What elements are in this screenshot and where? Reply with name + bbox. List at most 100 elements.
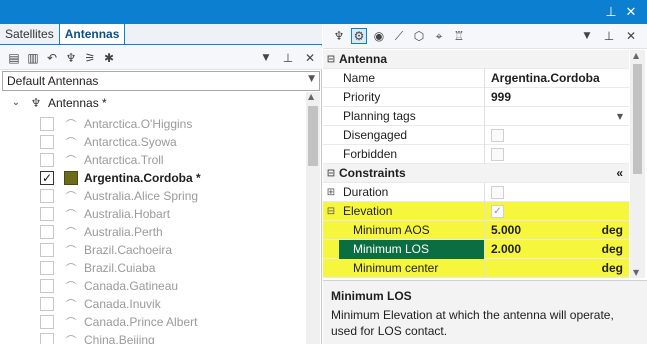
property-min-los[interactable]: Minimum LOS 2.000 deg bbox=[323, 239, 629, 259]
property-label: Forbidden bbox=[339, 144, 485, 164]
tree-item[interactable]: ⌒ Brazil.Cachoeira bbox=[40, 240, 304, 259]
antenna-checkbox[interactable] bbox=[40, 242, 54, 257]
scroll-up-icon[interactable]: ▲ bbox=[308, 92, 314, 101]
property-elevation[interactable]: ⊟ Elevation ✓ bbox=[323, 201, 629, 221]
tree-item[interactable]: ⌒ Canada.Inuvik bbox=[40, 294, 304, 313]
elevation-checkbox[interactable]: ✓ bbox=[491, 204, 504, 218]
satellite-icon[interactable]: ⟋ bbox=[391, 28, 407, 44]
property-value[interactable]: Argentina.Cordoba bbox=[485, 69, 629, 88]
antenna-icon: ⌒ bbox=[66, 335, 76, 344]
collapse-icon[interactable]: ⊟ bbox=[323, 54, 339, 65]
antenna-checkbox[interactable] bbox=[40, 314, 54, 329]
property-value[interactable]: 2.000 deg bbox=[485, 240, 629, 259]
forbidden-checkbox[interactable] bbox=[491, 147, 504, 161]
scroll-thumb[interactable] bbox=[308, 106, 318, 166]
tab-satellites[interactable]: Satellites bbox=[0, 24, 59, 44]
close-icon[interactable]: ✕ bbox=[623, 4, 639, 20]
property-value[interactable]: deg bbox=[485, 259, 629, 278]
tree-root-label: Antennas * bbox=[48, 96, 107, 110]
property-planning-tags[interactable]: Planning tags ▼ bbox=[323, 106, 629, 126]
antenna-checkbox[interactable] bbox=[40, 332, 54, 344]
tab-antennas[interactable]: Antennas bbox=[58, 23, 126, 44]
undo-icon[interactable]: ↶ bbox=[44, 50, 60, 66]
antenna-icon[interactable]: ♆ bbox=[331, 28, 347, 44]
panel-close-icon[interactable]: ✕ bbox=[302, 50, 318, 66]
disengaged-checkbox[interactable] bbox=[491, 128, 504, 142]
antenna-checkbox[interactable] bbox=[40, 260, 54, 275]
dropdown-icon[interactable]: ▼ bbox=[258, 50, 274, 66]
tree-item-label: Canada.Inuvik bbox=[84, 296, 161, 311]
tree-root[interactable]: ⌄ ♆ Antennas * bbox=[8, 94, 107, 112]
antenna-checkbox[interactable] bbox=[40, 224, 54, 239]
property-value[interactable]: 999 bbox=[485, 88, 629, 107]
property-min-center[interactable]: Minimum center deg bbox=[323, 258, 629, 278]
save-all-icon[interactable]: ▥ bbox=[25, 50, 41, 66]
property-name[interactable]: Name Argentina.Cordoba bbox=[323, 68, 629, 88]
antenna-remove-icon[interactable]: ⚞ bbox=[82, 50, 98, 66]
tree-item[interactable]: ⌒ Antarctica.O'Higgins bbox=[40, 114, 304, 133]
antenna-add-icon[interactable]: ♆ bbox=[63, 50, 79, 66]
tree-scrollbar[interactable]: ▲ bbox=[306, 92, 320, 344]
antenna-icon: ⌒ bbox=[66, 191, 76, 203]
category-label: Antenna bbox=[339, 52, 387, 66]
property-disengaged[interactable]: Disengaged bbox=[323, 125, 629, 145]
record-icon[interactable]: ◉ bbox=[371, 28, 387, 44]
panel-pin-icon[interactable]: ⊥ bbox=[601, 28, 617, 44]
antenna-checkbox[interactable] bbox=[40, 206, 54, 221]
panel-tabs: Satellites Antennas bbox=[0, 23, 322, 45]
antenna-checkbox[interactable] bbox=[40, 134, 54, 149]
tree-item-label: Australia.Hobart bbox=[84, 206, 171, 221]
tree-item[interactable]: ⌒ Australia.Hobart bbox=[40, 204, 304, 223]
tree-item[interactable]: ⌒ Australia.Alice Spring bbox=[40, 186, 304, 205]
panel-close-icon[interactable]: ✕ bbox=[623, 28, 639, 44]
panel-pin-icon[interactable]: ⊥ bbox=[280, 50, 296, 66]
tree-item[interactable]: ⌒ Antarctica.Syowa bbox=[40, 132, 304, 151]
antenna-checkbox[interactable] bbox=[40, 296, 54, 311]
category-constraints[interactable]: ⊟ Constraints « bbox=[323, 164, 629, 183]
gear-icon[interactable]: ⚙ bbox=[351, 28, 367, 44]
category-antenna[interactable]: ⊟ Antenna bbox=[323, 50, 629, 69]
property-value[interactable]: 5.000 deg bbox=[485, 221, 629, 240]
antenna-checkbox[interactable]: ✓ bbox=[40, 170, 54, 185]
collapse-icon[interactable]: ⊟ bbox=[323, 206, 339, 217]
expand-icon[interactable]: ⊞ bbox=[323, 187, 339, 198]
antenna-set-select[interactable]: Default Antennas ▼ bbox=[2, 71, 320, 91]
tree-item[interactable]: ⌒ China.Beijing bbox=[40, 330, 304, 344]
collapse-panel-icon[interactable]: « bbox=[616, 166, 623, 180]
grid-scrollbar[interactable]: ▲ ▼ bbox=[630, 50, 645, 278]
pin-icon[interactable]: ⊥ bbox=[603, 4, 619, 20]
planning-tags-select[interactable]: ▼ bbox=[485, 107, 629, 126]
tree-item-label: Brazil.Cachoeira bbox=[84, 242, 173, 257]
tree-item[interactable]: ⌒ Brazil.Cuiaba bbox=[40, 258, 304, 277]
tree-item[interactable]: ⌒ Antarctica.Troll bbox=[40, 150, 304, 169]
tree-item[interactable]: ✓ Argentina.Cordoba * bbox=[40, 168, 304, 187]
antenna-icon: ⌒ bbox=[66, 137, 76, 149]
property-priority[interactable]: Priority 999 bbox=[323, 87, 629, 107]
property-forbidden[interactable]: Forbidden bbox=[323, 144, 629, 164]
tag-icon[interactable]: ⌖ bbox=[431, 28, 447, 44]
collapse-icon[interactable]: ⌄ bbox=[8, 95, 24, 111]
scroll-thumb[interactable] bbox=[633, 64, 642, 174]
tree-item-label: Antarctica.Syowa bbox=[84, 134, 177, 149]
tree-item[interactable]: ⌒ Canada.Prince Albert bbox=[40, 312, 304, 331]
unit-label: deg bbox=[601, 242, 623, 256]
antenna-checkbox[interactable] bbox=[40, 116, 54, 131]
property-min-aos[interactable]: Minimum AOS 5.000 deg bbox=[323, 220, 629, 240]
collapse-icon[interactable]: ⊟ bbox=[323, 168, 339, 179]
save-icon[interactable]: ▤ bbox=[6, 50, 22, 66]
dropdown-icon[interactable]: ▼ bbox=[579, 28, 595, 44]
tree-item[interactable]: ⌒ Canada.Gatineau bbox=[40, 276, 304, 295]
antenna-checkbox[interactable] bbox=[40, 278, 54, 293]
property-duration[interactable]: ⊞ Duration bbox=[323, 182, 629, 202]
antenna-new-icon[interactable]: ✱ bbox=[101, 50, 117, 66]
tree-item[interactable]: ⌒ Australia.Perth bbox=[40, 222, 304, 241]
duration-checkbox[interactable] bbox=[491, 185, 504, 199]
antenna-checkbox[interactable] bbox=[40, 188, 54, 203]
scroll-up-icon[interactable]: ▲ bbox=[633, 51, 639, 60]
antenna-checkbox[interactable] bbox=[40, 152, 54, 167]
station-icon[interactable]: ♖ bbox=[451, 28, 467, 44]
property-label: Duration bbox=[339, 182, 485, 202]
antenna-icon: ⌒ bbox=[66, 281, 76, 293]
scroll-down-icon[interactable]: ▼ bbox=[633, 268, 639, 277]
cube-icon[interactable]: ⬡ bbox=[411, 28, 427, 44]
